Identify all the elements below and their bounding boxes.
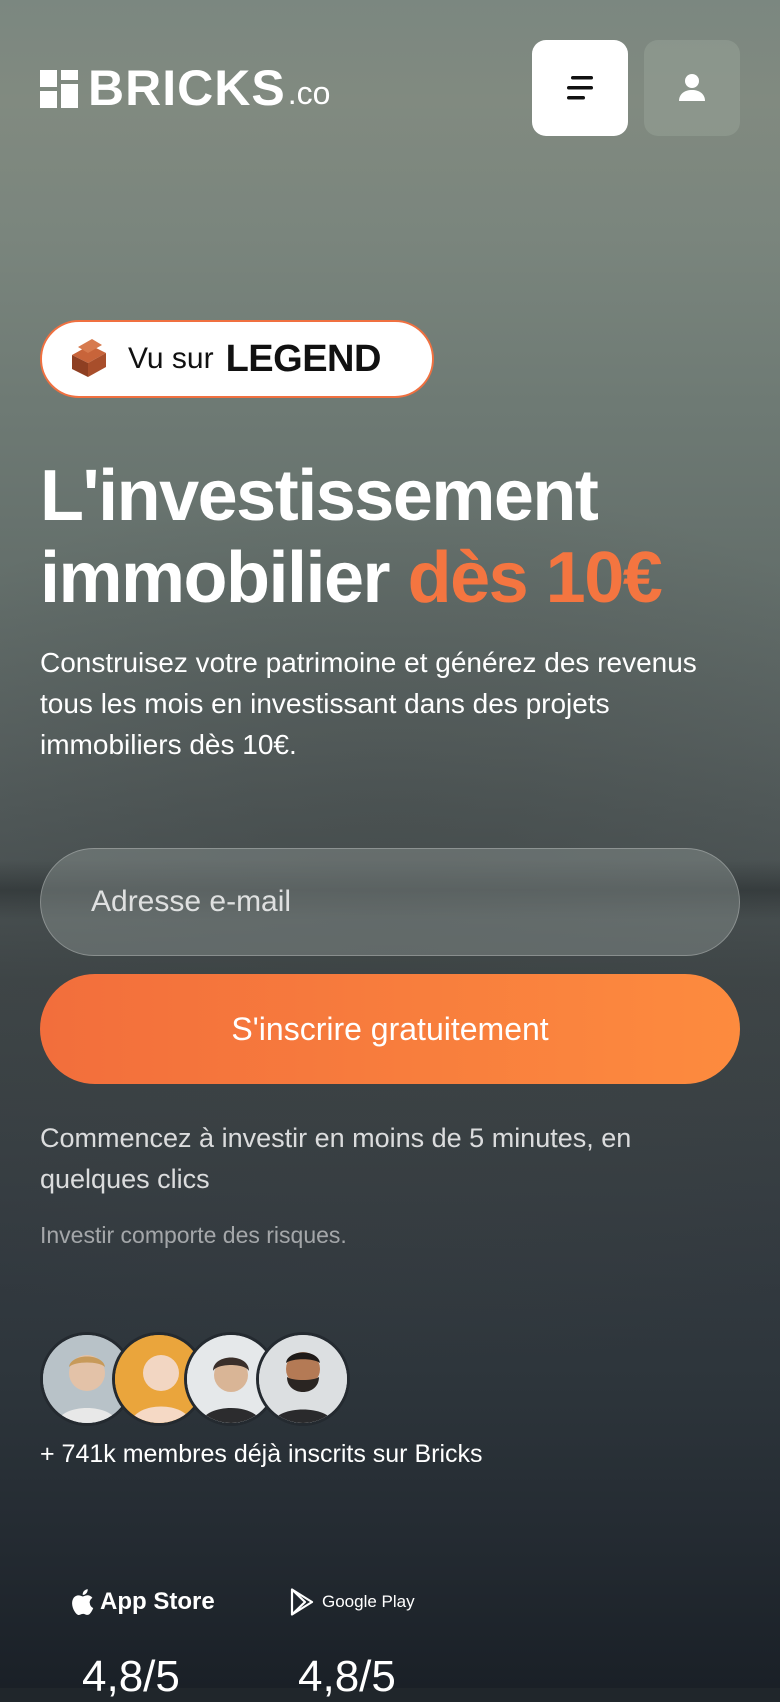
menu-button[interactable]	[532, 40, 628, 136]
members-count: + 741k membres déjà inscrits sur Bricks	[40, 1440, 483, 1468]
badge-brand: LEGEND	[225, 337, 382, 380]
badge-prefix: Vu sur	[128, 342, 214, 375]
menu-icon	[567, 76, 593, 100]
header: BRICKS .co	[40, 40, 740, 136]
signup-button[interactable]: S'inscrire gratuitement	[40, 974, 740, 1084]
google-play-badge[interactable]: Google Play	[290, 1588, 415, 1616]
apple-icon	[72, 1589, 94, 1615]
onboarding-note: Commencez à investir en moins de 5 minut…	[40, 1123, 632, 1194]
account-button[interactable]	[644, 40, 740, 136]
app-store-rating: 4,8/5	[82, 1652, 180, 1701]
google-play-rating: 4,8/5	[298, 1652, 396, 1701]
press-badge[interactable]: Vu sur LEGEND	[40, 320, 434, 398]
risk-disclaimer: Investir comporte des risques.	[40, 1222, 347, 1248]
headline-accent: dès 10€	[407, 538, 663, 618]
hero-subtext: Construisez votre patrimoine et générez …	[40, 647, 697, 760]
google-play-icon	[290, 1588, 314, 1616]
app-store-label: App Store	[100, 1588, 215, 1615]
bricks-logo[interactable]: BRICKS .co	[40, 60, 331, 116]
app-store-badge[interactable]: App Store	[70, 1588, 215, 1616]
logo-tld: .co	[287, 75, 331, 111]
avatar	[256, 1332, 350, 1426]
headline-line-2: immobilier	[40, 538, 391, 618]
user-icon	[679, 74, 705, 101]
logo-mark-icon	[40, 70, 78, 108]
headline-line-1: L'investissement	[40, 456, 599, 536]
logo-text: BRICKS	[88, 60, 286, 116]
brick-icon	[72, 339, 106, 377]
email-field[interactable]	[40, 848, 740, 956]
member-avatars	[40, 1332, 370, 1426]
hero-background	[0, 0, 780, 1688]
google-play-label: Google Play	[322, 1592, 415, 1611]
hero-headline: L'investissement immobilier dès 10€	[40, 455, 760, 619]
